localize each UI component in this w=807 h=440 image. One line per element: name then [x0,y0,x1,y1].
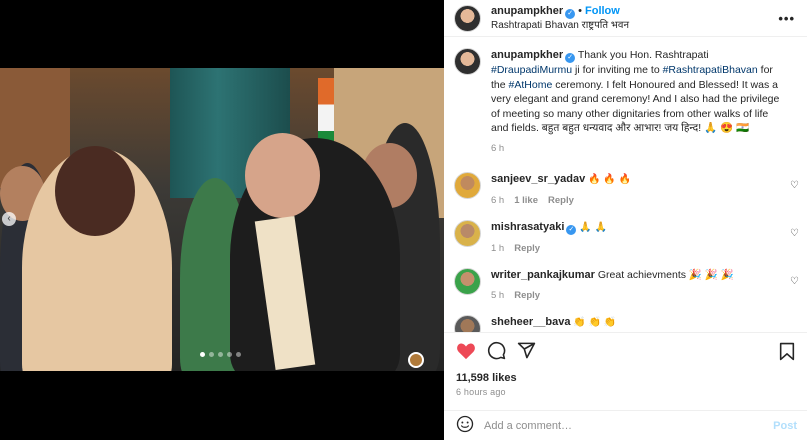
reply-button[interactable]: Reply [514,290,540,301]
commenter-avatar[interactable] [454,315,481,332]
reply-button[interactable]: Reply [514,243,540,254]
comment-body: sanjeev_sr_yadav 🔥 🔥 🔥 6 h 1 like Reply [491,172,786,208]
post-photo[interactable] [0,68,444,371]
paper-plane-icon[interactable] [516,341,536,361]
post-timestamp: 6 hours ago [456,387,506,397]
reply-button[interactable]: Reply [548,195,574,206]
comment-meta: 6 h 1 like Reply [491,194,786,209]
comment-composer: Post [444,410,807,440]
carousel-dot [200,352,205,357]
author-username[interactable]: anupampkher [491,5,563,17]
caption: anupampkher ✓ Thank you Hon. Rashtrapati … [444,48,807,156]
author-avatar[interactable] [454,48,481,75]
commenter-avatar[interactable] [454,268,481,295]
comment-like-icon[interactable]: ♡ [790,276,799,287]
likes-count[interactable]: 11,598 likes [456,372,517,384]
commenter-username[interactable]: sanjeev_sr_yadav [491,173,585,185]
comment-bubble-icon[interactable] [486,341,506,361]
comment-like-icon[interactable]: ♡ [790,228,799,239]
comment-meta: 1 h Reply [491,242,786,257]
verified-badge-icon: ✓ [566,225,577,235]
tagged-user-icon[interactable] [408,352,424,368]
author-info: anupampkher ✓ • Follow Rashtrapati Bhavan र… [491,5,629,32]
comment-content: 🔥 🔥 🔥 [588,174,632,185]
comment-item: writer_pankajkumar Great achievments 🎉 🎉… [444,268,807,303]
verified-badge-icon: ✓ [565,8,576,19]
post-comment-button[interactable]: Post [773,420,797,432]
comment-item: mishrasatyaki ✓ 🙏 🙏 1 h Reply ♡ [444,220,807,256]
hashtag-link[interactable]: #RashtrapatiBhavan [663,64,758,76]
photo-person-head [245,133,320,218]
comment-body: mishrasatyaki ✓ 🙏 🙏 1 h Reply [491,220,786,256]
separator: • [578,4,582,17]
carousel-prev-button[interactable]: ‹ [2,212,16,226]
comment-body: sheheer__bava 👏 👏 👏 [491,315,786,332]
caption-time[interactable]: 6 h [491,143,504,154]
comment-like-icon[interactable]: ♡ [790,180,799,191]
follow-button[interactable]: Follow [585,5,620,17]
verified-badge-icon: ✓ [565,53,576,63]
commenter-username[interactable]: mishrasatyaki [491,221,564,233]
comment-content: 👏 👏 👏 [573,317,617,328]
caption-text: anupampkher ✓ Thank you Hon. Rashtrapati … [491,48,786,136]
heart-icon[interactable] [456,341,476,361]
comment-input[interactable] [484,419,754,432]
comment-text: writer_pankajkumar Great achievments 🎉 🎉… [491,268,786,283]
hashtag-link[interactable]: #DraupadiMurmu [491,64,572,76]
comment-content: 🙏 🙏 [579,222,607,233]
caption-body: anupampkher ✓ Thank you Hon. Rashtrapati … [491,48,786,156]
caption-segment: ji for inviting me to [572,64,663,76]
hashtag-link[interactable]: #AtHome [509,79,553,91]
carousel-dot [236,352,241,357]
carousel-dot [209,352,214,357]
comment-item: sheheer__bava 👏 👏 👏 [444,315,807,332]
post-panel: anupampkher ✓ • Follow Rashtrapati Bhavan र… [444,0,807,440]
comment-likes[interactable]: 1 like [514,195,538,206]
comment-body: writer_pankajkumar Great achievments 🎉 🎉… [491,268,786,303]
caption-meta: 6 h [491,142,786,157]
commenter-username[interactable]: writer_pankajkumar [491,269,595,281]
comment-content: Great achievments 🎉 🎉 🎉 [597,269,734,281]
smiley-icon[interactable] [456,415,474,436]
caption-username[interactable]: anupampkher [491,49,563,61]
commenter-avatar[interactable] [454,220,481,247]
comment-time[interactable]: 6 h [491,195,504,206]
bookmark-icon[interactable] [779,342,795,364]
carousel-dot [227,352,232,357]
commenter-username[interactable]: sheheer__bava [491,316,571,328]
caption-segment: Thank you Hon. Rashtrapati [577,49,709,61]
media-viewer: ‹ [0,0,444,440]
carousel-dots [200,352,241,357]
commenter-avatar[interactable] [454,172,481,199]
post-actions [444,332,807,368]
post-header: anupampkher ✓ • Follow Rashtrapati Bhavan र… [444,0,807,37]
comment-meta: 5 h Reply [491,289,786,304]
photo-person-head [55,146,135,236]
comment-text: mishrasatyaki ✓ 🙏 🙏 [491,220,786,236]
comment-time[interactable]: 5 h [491,290,504,301]
more-options-icon[interactable]: ••• [778,11,795,26]
comment-time[interactable]: 1 h [491,243,504,254]
comment-text: sheheer__bava 👏 👏 👏 [491,315,786,331]
post-location[interactable]: Rashtrapati Bhavan राष्ट्रपति भवन [491,19,629,32]
author-avatar[interactable] [454,4,481,32]
comment-item: sanjeev_sr_yadav 🔥 🔥 🔥 6 h 1 like Reply ♡ [444,172,807,208]
comments-list[interactable]: anupampkher ✓ Thank you Hon. Rashtrapati … [444,48,807,332]
carousel-dot [218,352,223,357]
comment-text: sanjeev_sr_yadav 🔥 🔥 🔥 [491,172,786,188]
